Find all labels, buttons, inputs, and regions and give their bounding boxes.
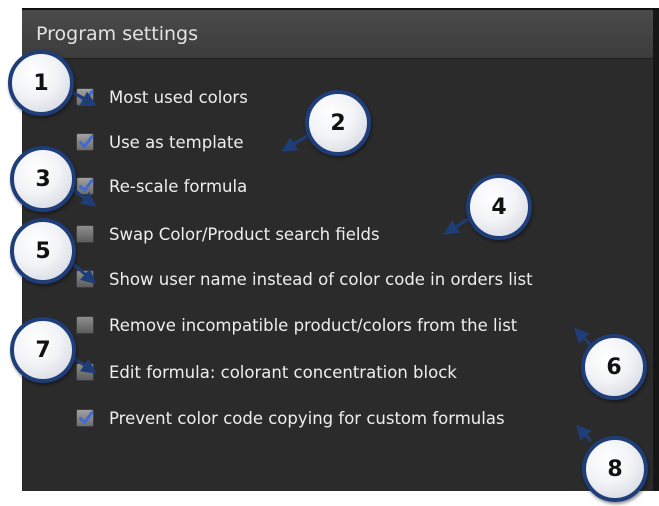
checkbox-re-scale-formula[interactable]	[76, 177, 94, 195]
setting-prevent-copying[interactable]: Prevent color code copying for custom fo…	[76, 406, 505, 430]
setting-swap-search-fields[interactable]: Swap Color/Product search fields	[76, 222, 380, 246]
checkbox-show-user-name[interactable]	[76, 270, 94, 288]
callout-5: 5	[10, 218, 76, 284]
setting-label: Most used colors	[109, 87, 248, 107]
setting-most-used-colors[interactable]: Most used colors	[76, 85, 248, 109]
panel-header: Program settings	[22, 10, 659, 59]
checkbox-remove-incompatible[interactable]	[76, 316, 94, 334]
setting-label: Remove incompatible product/colors from …	[109, 315, 518, 335]
setting-re-scale-formula[interactable]: Re-scale formula	[76, 174, 247, 198]
callout-4: 4	[466, 174, 532, 240]
panel-title: Program settings	[36, 23, 198, 45]
setting-label: Use as template	[109, 132, 244, 152]
setting-remove-incompatible[interactable]: Remove incompatible product/colors from …	[76, 313, 517, 337]
setting-label: Show user name instead of color code in …	[109, 269, 533, 289]
setting-label: Prevent color code copying for custom fo…	[109, 408, 505, 428]
panel-right-border	[653, 10, 659, 491]
checkbox-prevent-copying[interactable]	[76, 409, 94, 427]
checkmark-icon	[79, 135, 94, 148]
setting-show-user-name[interactable]: Show user name instead of color code in …	[76, 267, 533, 291]
checkmark-icon	[79, 179, 94, 192]
checkbox-edit-formula-block[interactable]	[76, 363, 94, 381]
checkbox-most-used-colors[interactable]	[76, 88, 94, 106]
checkmark-icon	[79, 90, 94, 103]
callout-3: 3	[10, 146, 76, 212]
setting-label: Swap Color/Product search fields	[109, 224, 380, 244]
callout-2: 2	[305, 90, 371, 156]
callout-8: 8	[582, 436, 648, 502]
setting-edit-formula-block[interactable]: Edit formula: colorant concentration blo…	[76, 360, 457, 384]
callout-6: 6	[581, 334, 647, 400]
setting-use-as-template[interactable]: Use as template	[76, 130, 244, 154]
callout-7: 7	[10, 317, 76, 383]
setting-label: Re-scale formula	[109, 176, 248, 196]
checkbox-use-as-template[interactable]	[76, 133, 94, 151]
checkmark-icon	[79, 411, 94, 424]
checkbox-swap-search-fields[interactable]	[76, 225, 94, 243]
setting-label: Edit formula: colorant concentration blo…	[109, 362, 457, 382]
callout-1: 1	[8, 50, 74, 116]
